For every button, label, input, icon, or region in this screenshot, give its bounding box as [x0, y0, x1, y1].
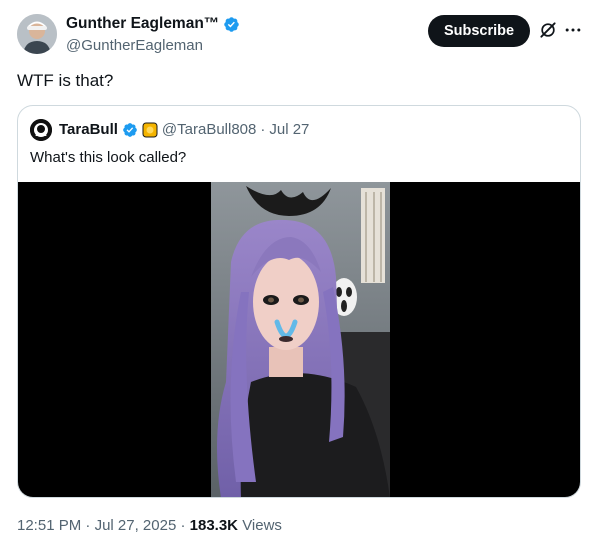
author-name-row[interactable]: Gunther Eagleman™	[66, 14, 240, 34]
affiliate-badge-icon	[142, 122, 158, 138]
verified-badge-icon	[224, 16, 240, 32]
grok-icon[interactable]	[538, 20, 558, 40]
author-name[interactable]: Gunther Eagleman™	[66, 14, 219, 34]
quoted-author-avatar[interactable]	[30, 119, 52, 141]
tweet-footer: 12:51 PM · Jul 27, 2025 · 183.3K Views	[17, 516, 282, 536]
views-count[interactable]: 183.3K	[190, 517, 238, 534]
verified-badge-icon	[123, 123, 137, 137]
views-label: Views	[242, 517, 282, 534]
video-player[interactable]	[18, 182, 580, 497]
quoted-header: TaraBull @TaraBull808 · Jul 27	[59, 120, 309, 140]
author-handle[interactable]: @GuntherEagleman	[66, 36, 203, 56]
quoted-separator: ·	[260, 121, 266, 138]
author-avatar[interactable]	[17, 14, 57, 54]
tweet-time[interactable]: 12:51 PM	[17, 517, 81, 534]
quoted-date[interactable]: Jul 27	[269, 120, 309, 140]
more-options-icon[interactable]	[563, 20, 583, 40]
footer-separator: ·	[85, 517, 91, 534]
footer-separator: ·	[180, 517, 186, 534]
quoted-author-name[interactable]: TaraBull	[59, 120, 118, 140]
video-thumbnail	[211, 182, 390, 497]
quoted-author-handle[interactable]: @TaraBull808	[162, 120, 256, 140]
subscribe-button[interactable]: Subscribe	[428, 15, 530, 47]
tweet-text: WTF is that?	[17, 71, 114, 90]
quoted-tweet-card[interactable]: TaraBull @TaraBull808 · Jul 27 What's th…	[17, 105, 581, 498]
tweet-date[interactable]: Jul 27, 2025	[95, 517, 177, 534]
quoted-text: What's this look called?	[30, 149, 187, 166]
